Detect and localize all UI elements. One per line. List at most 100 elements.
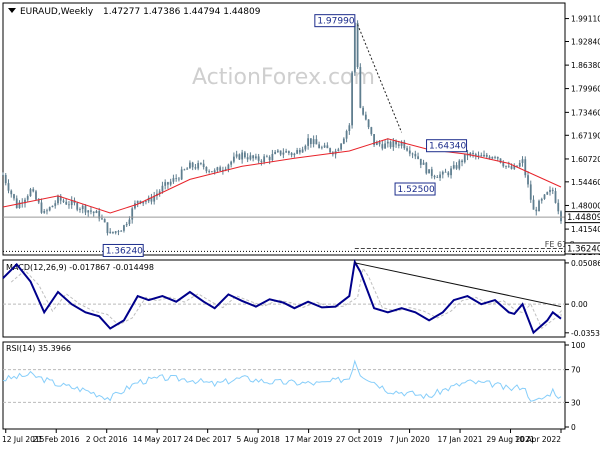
price-tick-label: 1.92840 [571,37,600,46]
candle-body [422,162,425,165]
candle-body [112,231,114,233]
price-label-high: 1.97990 [314,14,356,28]
rsi-tick-label: 0 [571,423,576,432]
candle-body [276,150,279,152]
candle-body [285,151,288,153]
candle-body [447,172,450,176]
candle-body [48,207,51,211]
chart-ohlc: 1.47277 1.47386 1.44794 1.44809 [103,7,261,17]
candle-body [194,167,197,169]
candle-body [26,196,29,200]
fe-price-tag: 1.36240 [564,242,600,255]
candle-body [79,209,81,210]
candle-body [43,211,46,213]
candle-body [87,210,90,213]
price-tick-label: 1.54460 [571,178,600,187]
candle-body [216,167,219,171]
candle-body [527,175,529,185]
candle-body [279,150,282,155]
candle-body [540,198,543,201]
candle-body [227,164,230,169]
candle-body [296,150,299,154]
candle-body [491,157,494,159]
candle-body [348,125,351,131]
candle-body [40,202,43,213]
candle-body [57,195,59,204]
candle-body [109,231,112,234]
candle-body [458,160,461,169]
candle-body [298,150,301,153]
price-label-1.64340: 1.64340 [426,139,468,153]
candle-body [2,174,4,176]
candle-body [15,198,18,208]
macd-tick-label: 0.00 [571,300,588,309]
time-tick-label: 14 May 2017 [133,435,182,444]
candle-body [169,181,172,185]
candle-body [417,156,419,159]
price-tick-label: 1.73460 [571,108,600,117]
rsi-tick-label: 100 [571,341,586,350]
candle-body [202,163,205,168]
candle-body [76,202,79,210]
candle-body [406,148,408,151]
candle-body [125,224,128,226]
candle-body [81,205,84,210]
candle-body [232,156,235,162]
candle-body [301,149,304,153]
candle-body [268,156,271,161]
candle-body [145,201,147,203]
price-tick-label: 1.67190 [571,131,600,140]
candle-body [274,151,277,154]
candle-body [384,143,386,149]
candle-body [172,178,175,182]
candle-body [538,200,540,212]
candle-body [106,222,109,234]
candle-body [502,162,505,167]
candle-body [238,154,241,160]
candle-body [51,205,54,208]
svg-text:1.44809: 1.44809 [567,213,600,223]
candle-body [485,154,488,157]
candle-body [13,194,15,199]
candle-body [433,175,436,178]
candle-body [254,156,257,159]
watermark-text: ActionForex.com [192,65,375,90]
candle-body [444,171,447,173]
candle-body [208,171,211,172]
candle-body [241,152,244,160]
candle-body [356,22,359,68]
candle-body [257,156,260,161]
time-tick-label: 24 Dec 2017 [184,435,232,444]
candle-body [455,165,458,169]
candle-body [549,189,551,193]
candle-body [123,225,125,231]
time-tick-label: 10 Apr 2022 [515,435,562,444]
time-tick-label: 27 Oct 2019 [336,435,383,444]
candle-body [529,184,532,200]
candle-body [117,231,120,233]
candle-body [337,149,340,152]
candle-body [114,231,117,233]
candle-body [461,160,463,163]
candle-body [340,143,342,150]
candle-body [535,209,538,212]
candle-body [411,153,414,155]
candle-body [68,204,70,206]
candle-body [496,156,499,159]
candle-body [329,148,332,153]
candle-body [510,166,513,169]
candle-body [381,144,384,149]
svg-text:1.64340: 1.64340 [429,142,466,152]
candle-body [243,152,246,158]
price-tick-label: 1.48000 [571,201,600,210]
candle-body [425,162,428,174]
price-tick-label: 1.60720 [571,155,600,164]
candle-body [271,153,274,161]
candle-body [441,171,444,175]
candle-body [263,156,266,162]
candle-body [178,178,180,180]
candle-body [480,155,483,157]
candle-body [370,127,373,135]
candle-body [304,145,307,150]
svg-text:1.52500: 1.52500 [398,185,435,195]
